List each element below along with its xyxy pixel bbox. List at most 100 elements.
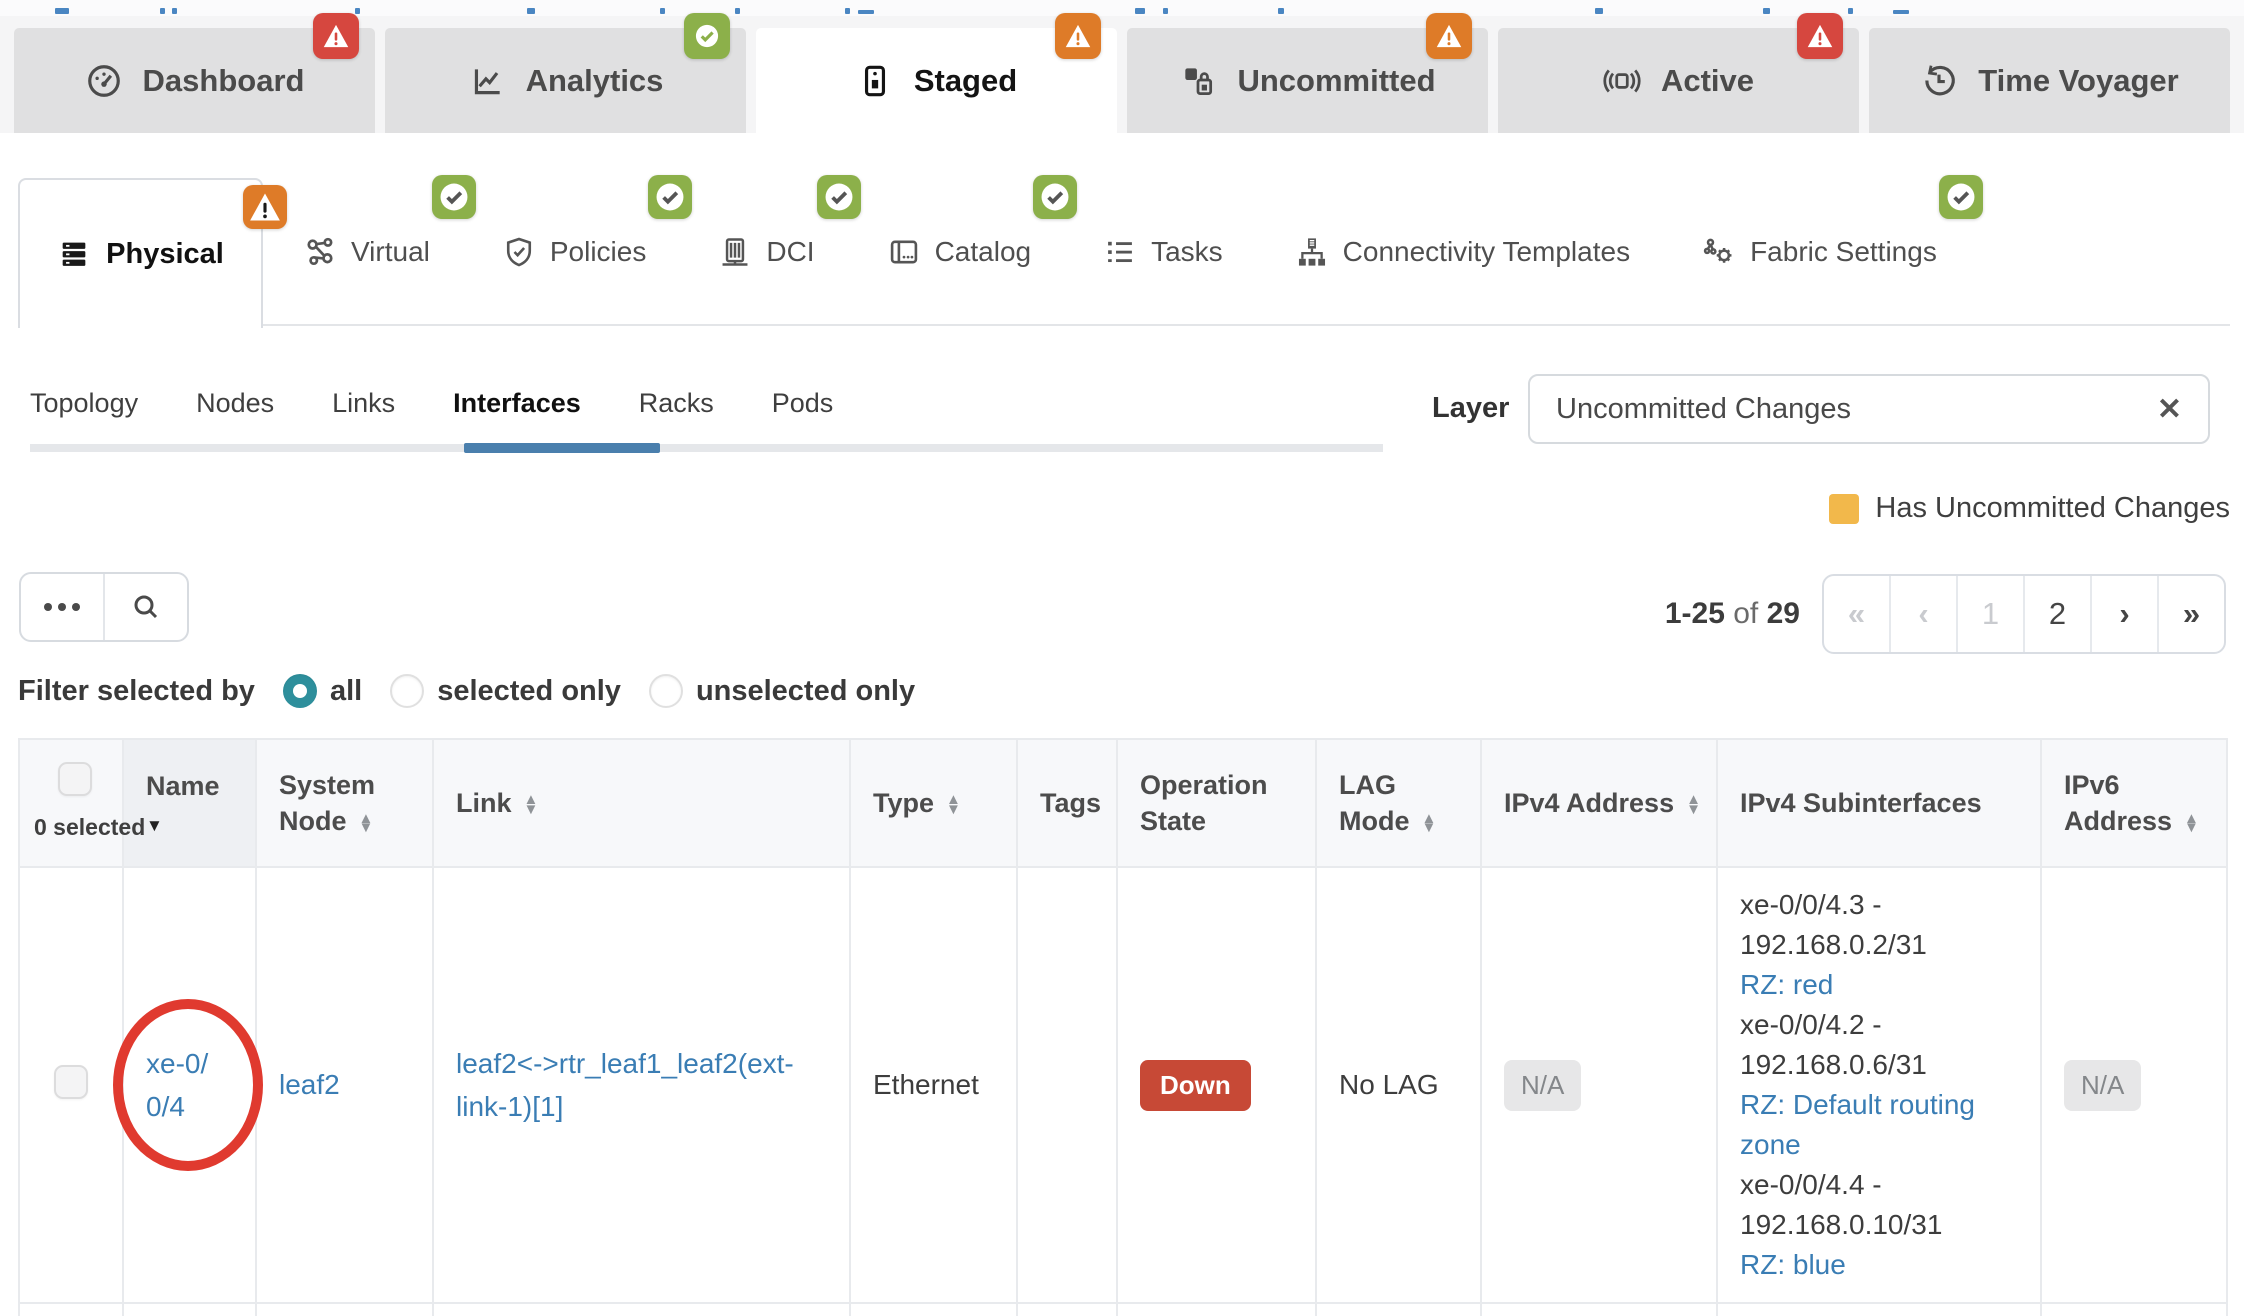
system-node-link[interactable]: leaf2 [279,1069,340,1100]
main-tab-active[interactable]: Active [1498,28,1859,133]
subnav-nodes[interactable]: Nodes [196,388,274,419]
time-voyager-icon [1920,62,1958,100]
filter-option-label: selected only [437,675,621,708]
tab-label: Fabric Settings [1750,236,1937,268]
main-tab-staged[interactable]: Staged [756,28,1117,133]
filter-option-selected-only[interactable]: selected only [390,674,621,708]
routing-zone-link[interactable]: RZ: Default routing zone [1740,1089,1975,1160]
subnav-links[interactable]: Links [332,388,395,419]
column-header-type[interactable]: Type▲▼ [850,739,1017,867]
page-2-button[interactable]: 2 [2023,576,2090,652]
alert-badge-red-icon [313,13,359,59]
tab-dci[interactable]: DCI [718,235,814,269]
prev-page-button[interactable]: ‹ [1889,576,1956,652]
tab-catalog[interactable]: Catalog [887,235,1032,269]
subnav-racks[interactable]: Racks [639,388,714,419]
interface-name-link[interactable]: xe-0/0/4 [146,1042,230,1129]
subinterface-entry: xe-0/0/4.4 - 192.168.0.10/31 RZ: blue [1740,1165,2030,1285]
subinterface-addr: xe-0/0/4.3 - 192.168.0.2/31 [1740,889,1927,960]
column-header-name[interactable]: Name ▼ [123,739,256,867]
na-badge: N/A [1504,1060,1581,1111]
connectivity-templates-icon [1295,235,1329,269]
main-tabbar: Dashboard Analytics Staged [14,28,2230,133]
column-label: Type [873,788,934,818]
subnav-pods[interactable]: Pods [772,388,834,419]
radio-unselected-icon[interactable] [649,674,683,708]
layer-label: Layer [1432,392,1509,425]
column-header-tags[interactable]: Tags [1017,739,1117,867]
column-label: IPv4 Address [1504,788,1674,818]
last-page-button[interactable]: » [2157,576,2224,652]
radio-selected-icon[interactable] [283,674,317,708]
subnav-track [30,444,1383,452]
routing-zone-link[interactable]: RZ: red [1740,969,1833,1000]
column-label: Name [146,771,220,801]
alert-badge-red-icon [1797,13,1843,59]
column-header-link[interactable]: Link ▲▼ [433,739,850,867]
success-badge-icon [648,175,692,219]
tasks-icon [1103,235,1137,269]
tags-cell [1017,867,1117,1303]
uncommitted-changes-legend: Has Uncommitted Changes [1829,492,2230,525]
sort-icon: ▲▼ [524,795,539,814]
page-1-button[interactable]: 1 [1956,576,2023,652]
column-header-ipv4-address[interactable]: IPv4 Address ▲▼ [1481,739,1717,867]
main-tab-time-voyager[interactable]: Time Voyager [1869,28,2230,133]
layer-select-value: Uncommitted Changes [1556,393,2157,426]
column-header-operation-state[interactable]: Operation State [1117,739,1316,867]
next-page-button[interactable]: › [2090,576,2157,652]
tab-tasks[interactable]: Tasks [1103,235,1223,269]
select-all-checkbox[interactable] [58,762,92,796]
subnav-active-indicator [464,443,660,453]
success-badge-icon [432,175,476,219]
radio-unselected-icon[interactable] [390,674,424,708]
filter-label: Filter selected by [18,675,255,708]
success-badge-icon [817,175,861,219]
clear-layer-icon[interactable]: ✕ [2157,392,2182,427]
ipv4-subinterfaces-cell: xe-0/0/4.3 - 192.168.0.2/31 RZ: red xe-0… [1717,867,2041,1303]
tab-fabric-settings[interactable]: Fabric Settings [1702,235,1937,269]
active-icon [1603,62,1641,100]
main-tab-dashboard[interactable]: Dashboard [14,28,375,133]
first-page-button[interactable]: « [1824,576,1889,652]
tab-policies[interactable]: Policies [502,235,646,269]
filter-option-all[interactable]: all [283,674,362,708]
column-header-ipv4-subinterfaces[interactable]: IPv4 Subinterfaces [1717,739,2041,867]
main-tab-label: Active [1661,63,1754,99]
policies-icon [502,235,536,269]
success-badge-icon [1939,175,1983,219]
pagination-range-value: 1-25 [1665,597,1725,630]
search-button[interactable] [103,574,187,640]
subnav-topology[interactable]: Topology [30,388,138,419]
filter-option-label: unselected only [696,675,915,708]
column-label: Link [456,788,512,818]
uncommitted-icon [1179,62,1217,100]
ellipsis-icon [44,603,80,611]
sort-icon: ▲▼ [359,814,374,833]
more-actions-button[interactable] [21,574,103,640]
tab-virtual[interactable]: Virtual [303,235,430,269]
success-badge-icon [1033,175,1077,219]
link-link[interactable]: leaf2<->rtr_leaf1_leaf2(ext-link-1)[1] [456,1048,794,1122]
select-all-header: 0 selected [19,739,123,867]
legend-label: Has Uncommitted Changes [1875,492,2230,525]
column-header-ipv6-address[interactable]: IPv6 Address▲▼ [2041,739,2227,867]
subnav-interfaces[interactable]: Interfaces [453,388,581,419]
lag-mode-cell: No LAG [1316,867,1481,1303]
column-header-system-node[interactable]: System Node▲▼ [256,739,433,867]
alert-badge-orange-icon [1055,13,1101,59]
sort-desc-icon: ▼ [146,815,245,838]
column-header-lag-mode[interactable]: LAG Mode▲▼ [1316,739,1481,867]
filter-option-unselected-only[interactable]: unselected only [649,674,915,708]
sort-icon: ▲▼ [1686,795,1701,814]
name-cell: xe-0/0/4 [123,867,256,1303]
row-checkbox[interactable] [54,1065,88,1099]
tab-physical[interactable]: Physical [18,178,263,328]
main-tab-analytics[interactable]: Analytics [385,28,746,133]
tab-label: Connectivity Templates [1343,236,1630,268]
tab-connectivity-templates[interactable]: Connectivity Templates [1295,235,1630,269]
main-tab-label: Uncommitted [1237,63,1435,99]
main-tab-uncommitted[interactable]: Uncommitted [1127,28,1488,133]
routing-zone-link[interactable]: RZ: blue [1740,1249,1846,1280]
layer-select[interactable]: Uncommitted Changes ✕ [1528,374,2210,444]
